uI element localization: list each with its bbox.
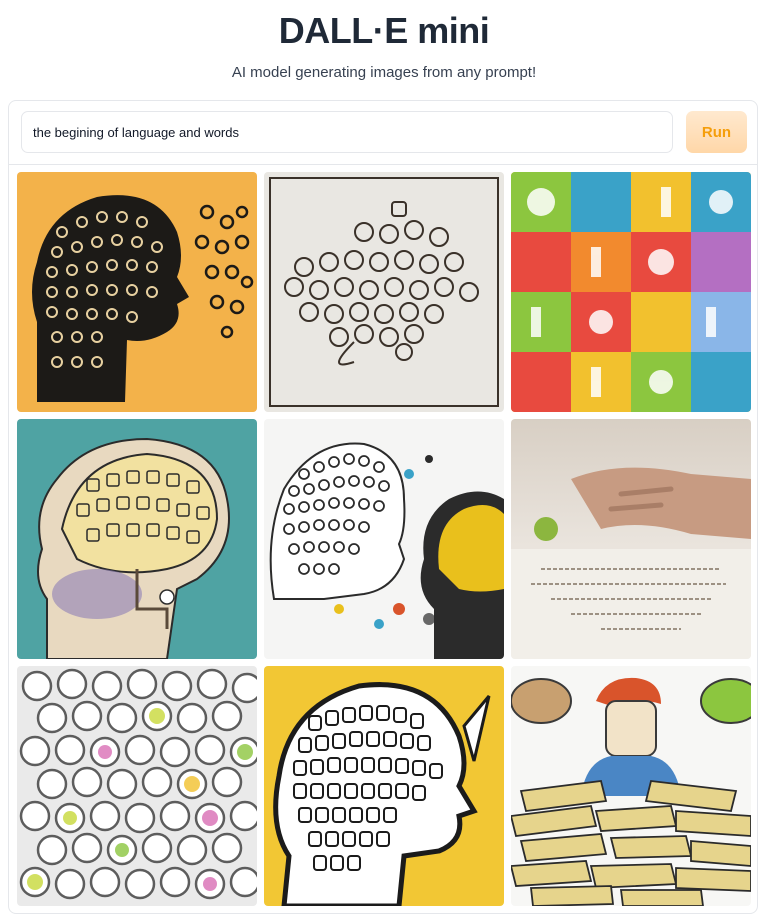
result-image-6[interactable]: [511, 419, 751, 659]
result-image-5[interactable]: [264, 419, 504, 659]
hand-on-book-image: [511, 419, 751, 659]
child-reading-books-image: [511, 666, 751, 906]
result-image-2[interactable]: [264, 172, 504, 412]
result-image-1[interactable]: [17, 172, 257, 412]
head-outline-letters-yellow-image: [264, 666, 504, 906]
result-image-9[interactable]: [511, 666, 751, 906]
page-title: DALL·E mini: [278, 10, 490, 51]
head-silhouette-letters-image: [17, 172, 257, 412]
result-image-4[interactable]: [17, 419, 257, 659]
colorful-letter-blocks-image: [511, 172, 751, 412]
result-image-8[interactable]: [264, 666, 504, 906]
two-heads-letters-image: [264, 419, 504, 659]
prompt-input[interactable]: [21, 111, 673, 153]
letter-cloud-sketch-image: [264, 172, 504, 412]
run-button[interactable]: Run: [686, 111, 747, 153]
colorful-letter-swirls-image: [17, 666, 257, 906]
results-grid: [17, 172, 751, 906]
page-subtitle: AI model generating images from any prom…: [231, 64, 537, 81]
generator-card: Run: [8, 100, 758, 914]
result-image-7[interactable]: [17, 666, 257, 906]
prompt-bar: Run: [9, 101, 757, 165]
result-image-3[interactable]: [511, 172, 751, 412]
brain-head-teal-image: [17, 419, 257, 659]
